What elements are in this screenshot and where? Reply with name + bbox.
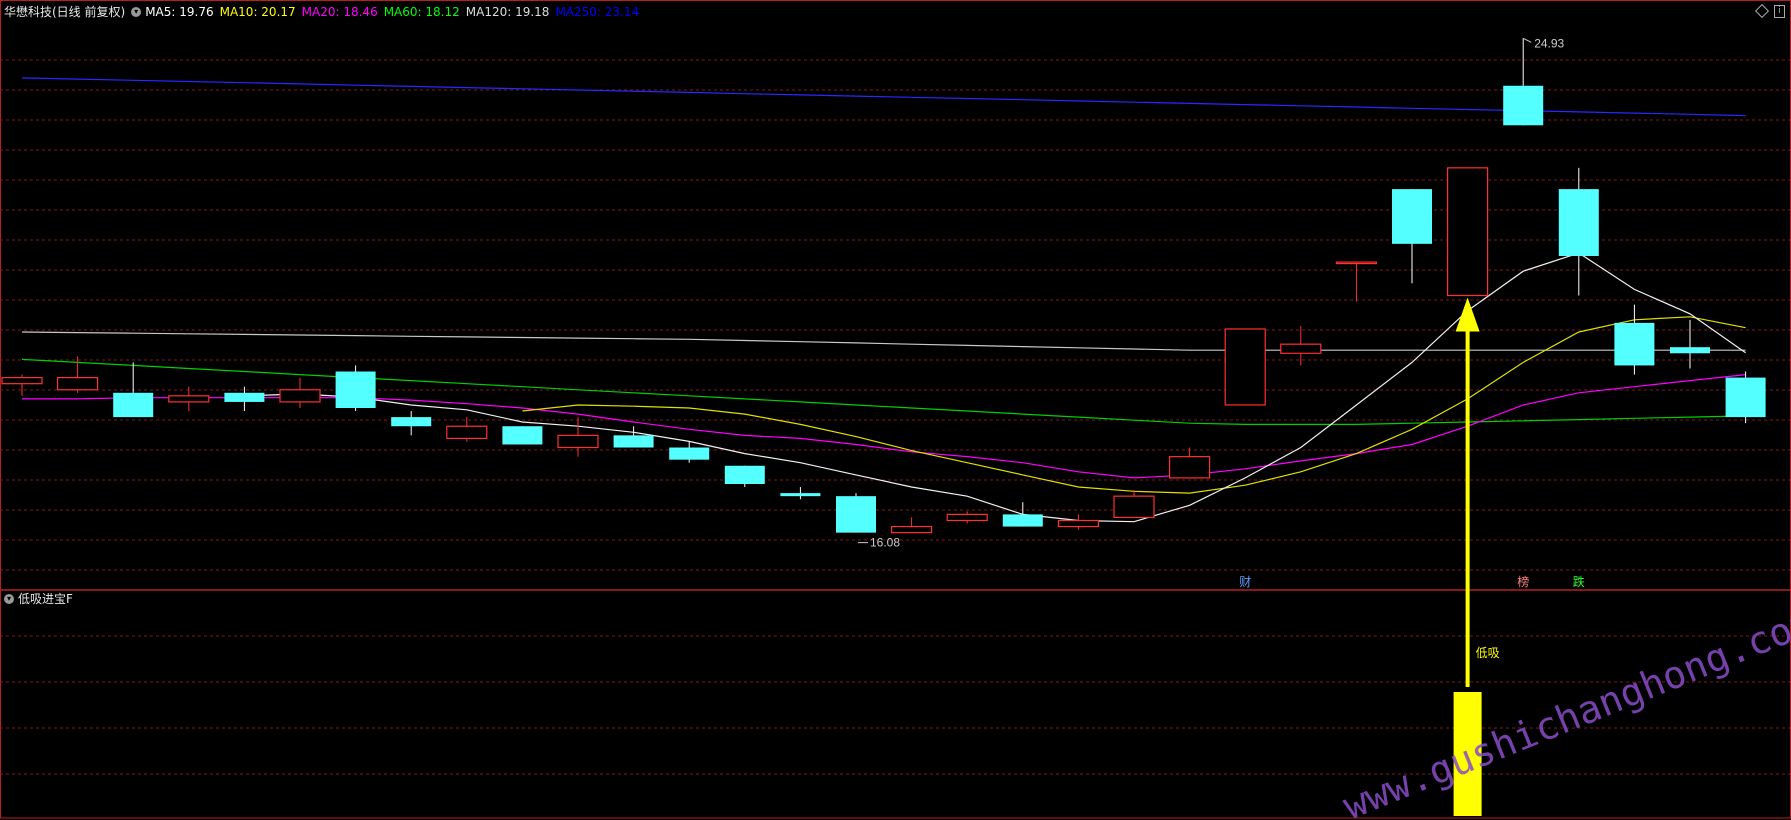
candle-body: [279, 389, 321, 403]
event-marker-1: 榜: [1517, 574, 1529, 589]
main-panel-header: 华懋科技(日线 前复权) ▾ MA5: 19.76 MA10: 20.17 MA20: …: [4, 5, 645, 19]
ma120-line: [21, 331, 1746, 351]
watermark-text: www.gushichanghong.com: [1337, 599, 1791, 820]
candle-body: [113, 392, 154, 418]
candle-body: [1168, 456, 1211, 479]
stock-chart-window: 24.93 16.08 财 榜 跌低吸 www.gushichanghong.com 华懋…: [0, 0, 1791, 820]
event-marker-0: 财: [1239, 575, 1251, 589]
ma-indicator-1: MA10: 20.17: [219, 5, 296, 19]
candle-body: [613, 435, 654, 448]
candle-body: [1002, 514, 1043, 527]
sub-panel-title: 低吸进宝F: [18, 592, 73, 606]
candle-body: [780, 493, 821, 497]
low-price-label: 16.08: [870, 536, 900, 550]
candle-body: [669, 447, 710, 460]
candle-body: [446, 425, 488, 439]
candle-body: [56, 377, 99, 391]
candle-body: [1057, 519, 1100, 528]
candle-body: [1113, 495, 1155, 519]
ma5-line: [244, 252, 1746, 523]
candle-body: [502, 426, 543, 445]
candle-body: [1280, 343, 1322, 354]
ma-indicator-4: MA120: 19.18: [465, 5, 550, 19]
signal-arrow-head: [1455, 297, 1480, 332]
candle-body: [557, 434, 599, 449]
high-pointer: [1522, 37, 1532, 43]
candle-body: [335, 371, 376, 408]
ma-indicator-2: MA20: 18.46: [301, 5, 378, 19]
ma10-line: [522, 316, 1746, 494]
ma250-line: [21, 77, 1746, 117]
candle-body: [946, 513, 988, 522]
candle-body: [1503, 85, 1544, 126]
event-marker-2: 跌: [1573, 574, 1585, 589]
candle-body: [224, 392, 265, 402]
ma-indicator-list: MA5: 19.76 MA10: 20.17 MA20: 18.46 MA60: 18…: [145, 5, 645, 19]
chevron-down-icon[interactable]: ▾: [131, 7, 142, 17]
candle-body: [1558, 189, 1599, 256]
candle-body: [1725, 377, 1766, 418]
sub-panel-header: ▾ 低吸进宝F: [4, 592, 73, 606]
chevron-down-icon[interactable]: ▾: [4, 594, 14, 604]
candle-body: [1446, 167, 1489, 297]
candle-body: [391, 417, 432, 427]
candle-body: [1335, 261, 1378, 265]
ma-indicator-0: MA5: 19.76: [145, 5, 214, 19]
candle-body: [890, 525, 933, 534]
info-icon[interactable]: i: [1774, 5, 1785, 18]
candle-body: [1614, 322, 1655, 366]
ma-indicator-5: MA250: 23.14: [555, 5, 640, 19]
signal-label: 低吸: [1476, 646, 1500, 660]
candle-body: [1670, 347, 1710, 354]
candle-body: [724, 465, 765, 484]
candle-body: [1224, 328, 1266, 406]
high-price-label: 24.93: [1534, 36, 1564, 50]
candle-body: [836, 496, 876, 533]
ma-indicator-3: MA60: 18.12: [383, 5, 460, 19]
candle-body: [1, 377, 43, 385]
chart-title: 华懋科技(日线 前复权): [4, 5, 126, 19]
candle-body: [1392, 189, 1432, 244]
candle-body: [168, 395, 210, 403]
kline-chart[interactable]: 24.93 16.08 财 榜 跌低吸www.gushichanghong.com: [0, 0, 1791, 820]
